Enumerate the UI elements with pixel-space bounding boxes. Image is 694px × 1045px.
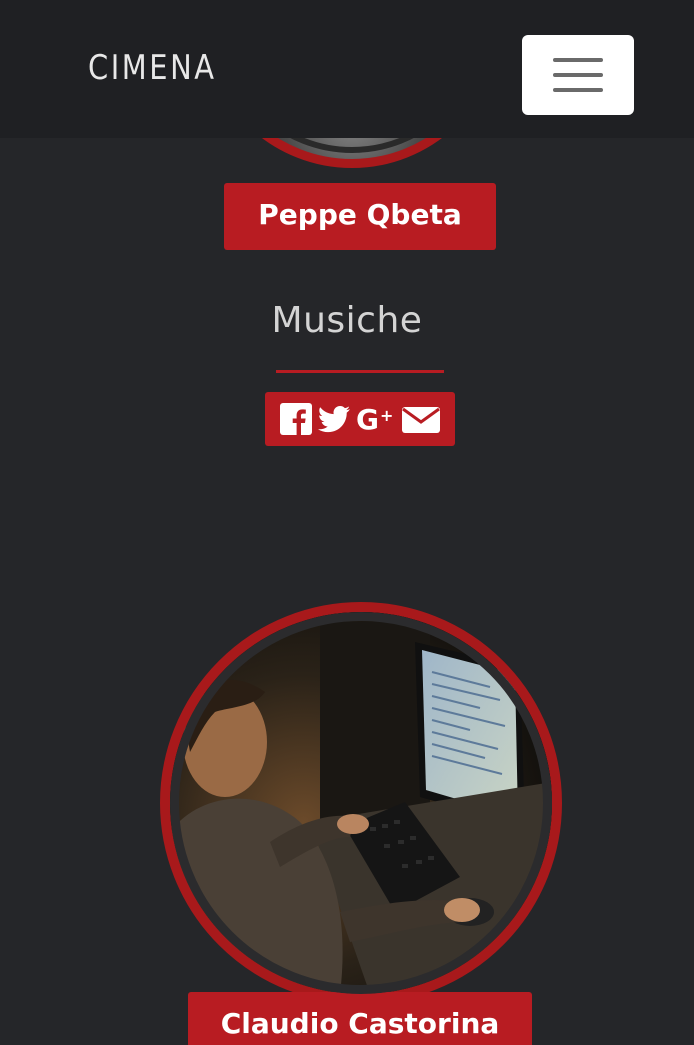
member-role: Musiche: [271, 300, 423, 341]
email-icon[interactable]: [402, 401, 440, 437]
role-divider: [276, 370, 444, 373]
photo-inner-ring: [170, 612, 552, 994]
twitter-icon[interactable]: [318, 401, 350, 437]
hamburger-menu-icon: [553, 58, 603, 62]
brand-logo[interactable]: CIMENA: [88, 48, 217, 88]
hamburger-menu-icon: [553, 73, 603, 77]
google-plus-icon[interactable]: G +: [356, 401, 396, 437]
svg-text:+: +: [380, 406, 393, 425]
member-name-badge: Claudio Castorina: [188, 992, 532, 1045]
member-photo: [160, 602, 562, 1004]
svg-text:G: G: [356, 404, 379, 434]
page: Peppe Qbeta Musiche G + Claudio Castorin…: [0, 0, 694, 1045]
hamburger-menu-button[interactable]: [522, 35, 634, 115]
social-links: G +: [265, 392, 455, 446]
facebook-icon[interactable]: [280, 401, 312, 437]
hamburger-menu-icon: [553, 88, 603, 92]
navbar: CIMENA: [0, 0, 694, 138]
member-name-badge: Peppe Qbeta: [224, 183, 496, 250]
